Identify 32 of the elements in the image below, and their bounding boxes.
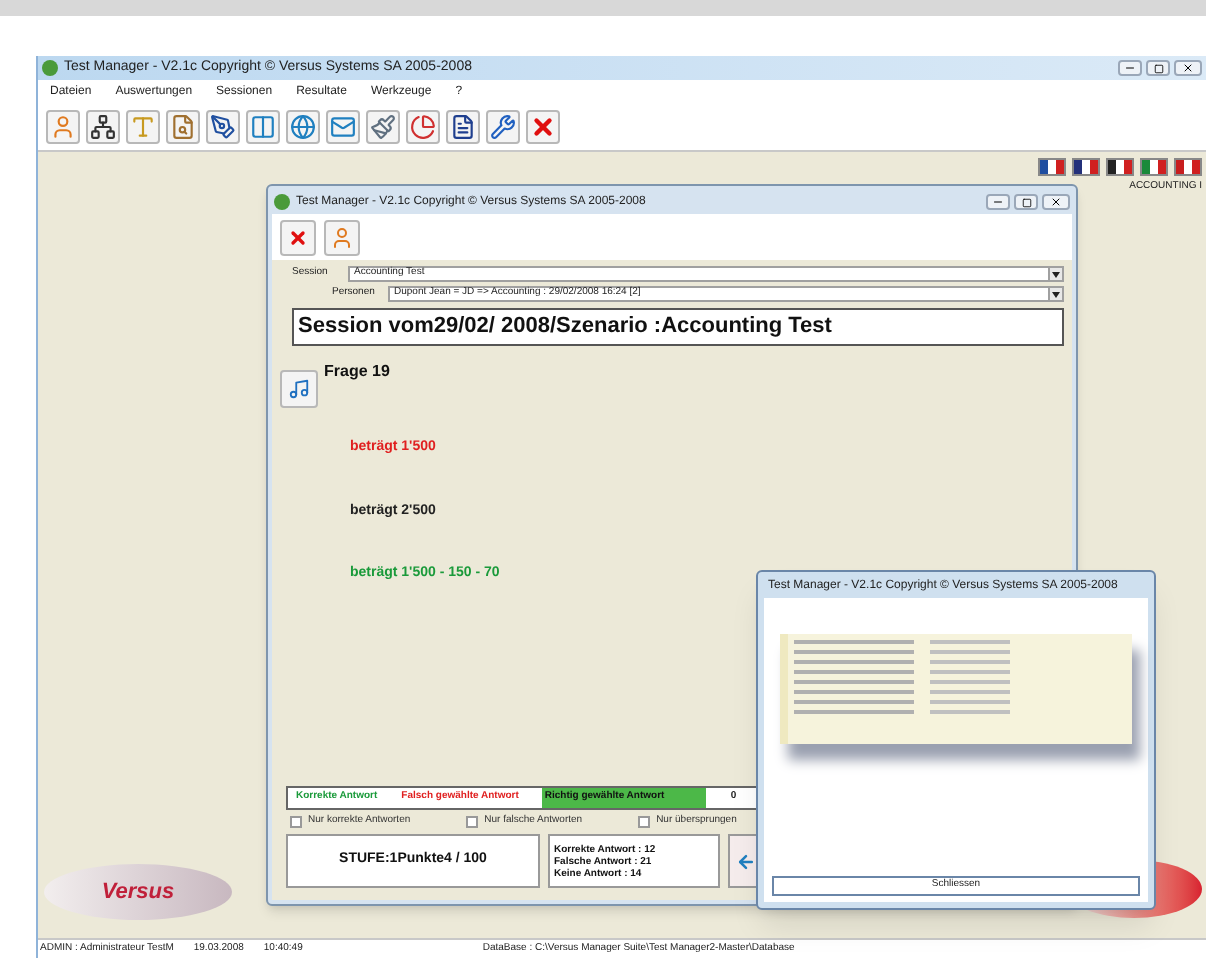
minimize-icon[interactable] xyxy=(1118,60,1142,76)
checkbox[interactable] xyxy=(466,816,479,828)
document-icon[interactable] xyxy=(446,110,480,144)
close-icon[interactable] xyxy=(1042,194,1070,210)
maximize-icon[interactable] xyxy=(1014,194,1038,210)
maximize-icon[interactable] xyxy=(1146,60,1170,76)
pie-chart-icon[interactable] xyxy=(406,110,440,144)
flag-icon[interactable] xyxy=(1072,158,1100,176)
globe-icon[interactable] xyxy=(286,110,320,144)
flag-icon[interactable] xyxy=(1038,158,1066,176)
speaker-icon[interactable] xyxy=(280,370,318,408)
checkbox[interactable] xyxy=(638,816,651,828)
person-icon[interactable] xyxy=(324,219,360,255)
session-heading: Session vom29/02/ 2008/Szenario :Accounting Test xyxy=(292,308,1064,346)
logo-text: Versus xyxy=(101,877,175,908)
brush-icon[interactable] xyxy=(366,110,400,144)
checkbox[interactable] xyxy=(290,816,302,828)
envelope-icon[interactable] xyxy=(326,110,360,144)
arrow-left-icon xyxy=(736,851,756,871)
tools-icon[interactable] xyxy=(486,110,520,144)
caret-icon[interactable] xyxy=(1048,268,1062,280)
close-icon[interactable] xyxy=(1174,60,1202,76)
app-icon xyxy=(274,194,290,210)
question-title: Frage 19 xyxy=(324,360,390,384)
caret-icon[interactable] xyxy=(1048,288,1062,300)
app-icon xyxy=(42,60,58,76)
network-icon[interactable] xyxy=(86,110,120,144)
pen-icon[interactable] xyxy=(206,110,240,144)
magnifier-document-icon[interactable] xyxy=(166,110,200,144)
minimize-icon[interactable] xyxy=(986,194,1010,210)
columns-icon[interactable] xyxy=(246,110,280,144)
flag-icon[interactable] xyxy=(1106,158,1134,176)
